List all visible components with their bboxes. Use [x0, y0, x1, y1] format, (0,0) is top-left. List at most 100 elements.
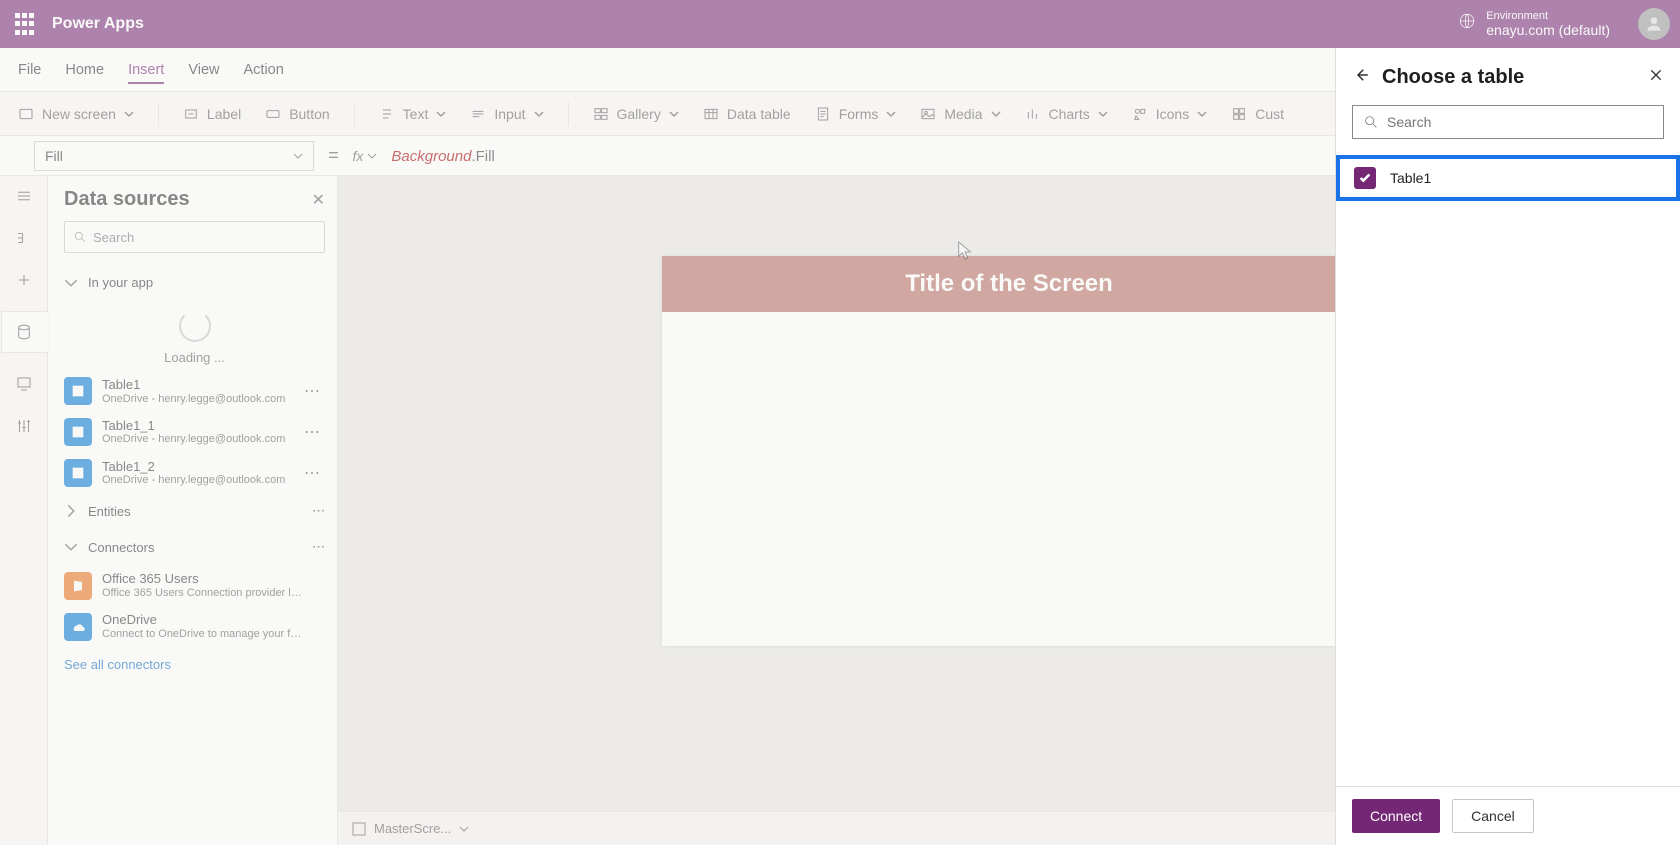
data-source-subtitle: OneDrive - henry.legge@outlook.com — [102, 433, 285, 446]
spinner-icon — [179, 310, 211, 342]
menu-home[interactable]: Home — [65, 56, 104, 84]
ribbon-media[interactable]: Media — [920, 106, 1000, 122]
cancel-button[interactable]: Cancel — [1452, 799, 1534, 833]
ribbon-label-label: Label — [207, 106, 241, 122]
rail-hamburger-icon[interactable] — [14, 186, 34, 206]
ribbon-gallery-label: Gallery — [617, 106, 661, 122]
ribbon-text[interactable]: Text — [379, 106, 447, 122]
ribbon-forms[interactable]: Forms — [815, 106, 897, 122]
ribbon-new-screen-label: New screen — [42, 106, 116, 122]
see-all-connectors-link[interactable]: See all connectors — [64, 647, 325, 682]
connector-subtitle: Office 365 Users Connection provider let… — [102, 587, 302, 600]
excel-icon — [64, 418, 92, 446]
loading-text: Loading ... — [164, 350, 225, 365]
rail-advanced-icon[interactable] — [14, 416, 34, 436]
more-icon[interactable]: ⋯ — [312, 539, 325, 555]
fx-icon[interactable]: fx — [353, 148, 378, 164]
rail-tree-icon[interactable] — [14, 228, 34, 248]
more-icon[interactable]: ⋯ — [300, 422, 325, 442]
table-search-input[interactable] — [1387, 114, 1653, 130]
ribbon-input[interactable]: Input — [470, 106, 543, 122]
section-in-your-app[interactable]: In your app — [64, 265, 325, 300]
connector-subtitle: Connect to OneDrive to manage your files… — [102, 628, 302, 641]
more-icon[interactable]: ⋯ — [312, 503, 325, 519]
close-icon[interactable]: ✕ — [312, 190, 325, 210]
connector-item[interactable]: Office 365 UsersOffice 365 Users Connect… — [64, 565, 325, 606]
ribbon-icons[interactable]: Icons — [1132, 106, 1207, 122]
excel-icon — [64, 377, 92, 405]
more-icon[interactable]: ⋯ — [300, 381, 325, 401]
ribbon-charts-label: Charts — [1049, 106, 1090, 122]
data-source-item[interactable]: Table1OneDrive - henry.legge@outlook.com… — [64, 371, 325, 412]
app-launcher-icon[interactable] — [10, 10, 38, 38]
data-source-subtitle: OneDrive - henry.legge@outlook.com — [102, 474, 285, 487]
formula-input[interactable]: Background.Fill — [391, 147, 494, 165]
section-in-your-app-label: In your app — [88, 275, 153, 290]
section-connectors[interactable]: Connectors ⋯ — [64, 529, 325, 565]
environment-label: Environment — [1486, 10, 1610, 23]
app-bar: Power Apps Environment enayu.com (defaul… — [0, 0, 1680, 48]
data-sources-search[interactable] — [64, 221, 325, 253]
app-title: Power Apps — [52, 15, 144, 33]
ribbon-custom-label: Cust — [1255, 106, 1284, 122]
environment-switcher[interactable]: Environment enayu.com (default) — [1458, 10, 1610, 39]
table-search[interactable] — [1352, 105, 1664, 139]
section-entities[interactable]: Entities ⋯ — [64, 493, 325, 529]
ribbon-label[interactable]: Label — [183, 106, 241, 122]
close-icon[interactable] — [1648, 67, 1664, 88]
more-icon[interactable]: ⋯ — [300, 463, 325, 483]
data-source-title: Table1_2 — [102, 459, 285, 475]
ribbon-charts[interactable]: Charts — [1025, 106, 1108, 122]
equals-sign: = — [328, 145, 339, 166]
rail-data-icon[interactable] — [2, 312, 48, 352]
menu-file[interactable]: File — [18, 56, 41, 84]
ribbon-button[interactable]: Button — [265, 106, 329, 122]
ribbon-input-label: Input — [494, 106, 525, 122]
back-icon[interactable] — [1352, 66, 1370, 89]
table-list: Table1 — [1336, 149, 1680, 786]
data-sources-panel: Data sources ✕ In your app Loading ... T… — [48, 176, 338, 845]
data-source-subtitle: OneDrive - henry.legge@outlook.com — [102, 393, 285, 406]
menu-view[interactable]: View — [188, 56, 219, 84]
menu-insert[interactable]: Insert — [128, 56, 164, 84]
ribbon-data-table[interactable]: Data table — [703, 106, 791, 122]
data-source-item[interactable]: Table1_1OneDrive - henry.legge@outlook.c… — [64, 412, 325, 453]
rail-insert-icon[interactable] — [14, 270, 34, 290]
choose-table-panel: Choose a table Table1 Connect Cancel — [1335, 48, 1680, 845]
screen-selector-value: MasterScre... — [374, 821, 451, 836]
choose-table-title: Choose a table — [1382, 66, 1524, 89]
data-sources-search-input[interactable] — [93, 230, 316, 245]
ribbon-data-table-label: Data table — [727, 106, 791, 122]
data-source-item[interactable]: Table1_2OneDrive - henry.legge@outlook.c… — [64, 453, 325, 494]
globe-icon — [1458, 12, 1476, 35]
connect-button[interactable]: Connect — [1352, 799, 1440, 833]
ribbon-gallery[interactable]: Gallery — [593, 106, 679, 122]
ribbon-custom[interactable]: Cust — [1231, 106, 1284, 122]
ribbon-new-screen[interactable]: New screen — [18, 106, 134, 122]
onedrive-icon — [64, 613, 92, 641]
left-rail — [0, 176, 48, 845]
screen-title-label[interactable]: Title of the Screen — [662, 256, 1356, 312]
menu-action[interactable]: Action — [244, 56, 284, 84]
property-selector[interactable]: Fill — [34, 141, 314, 171]
table-item[interactable]: Table1 — [1336, 155, 1680, 201]
loading-indicator: Loading ... — [64, 300, 325, 371]
property-selector-value: Fill — [45, 148, 63, 164]
canvas-screen[interactable]: Title of the Screen — [662, 256, 1356, 646]
connector-item[interactable]: OneDriveConnect to OneDrive to manage yo… — [64, 606, 325, 647]
section-connectors-label: Connectors — [88, 540, 154, 555]
user-avatar[interactable] — [1638, 8, 1670, 40]
panel-footer: Connect Cancel — [1336, 786, 1680, 845]
rail-media-icon[interactable] — [14, 374, 34, 394]
connector-title: Office 365 Users — [102, 571, 302, 587]
section-entities-label: Entities — [88, 504, 131, 519]
data-sources-title: Data sources — [64, 188, 190, 211]
checkbox-checked-icon[interactable] — [1354, 167, 1376, 189]
ribbon-text-label: Text — [403, 106, 429, 122]
ribbon-button-label: Button — [289, 106, 329, 122]
ribbon-media-label: Media — [944, 106, 982, 122]
screen-selector[interactable]: MasterScre... — [352, 821, 469, 836]
ribbon-icons-label: Icons — [1156, 106, 1189, 122]
office365-icon — [64, 572, 92, 600]
environment-value: enayu.com (default) — [1486, 22, 1610, 38]
